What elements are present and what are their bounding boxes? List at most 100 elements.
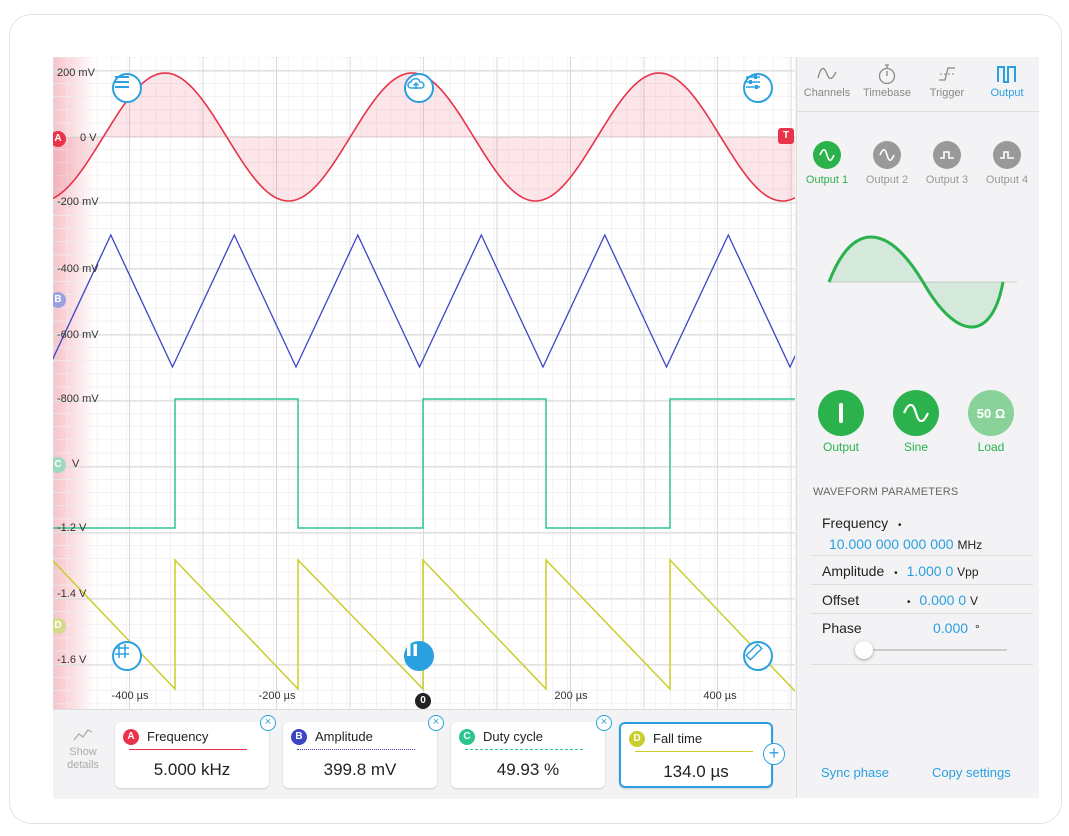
- trigger-edge-icon: [939, 67, 955, 81]
- close-icon[interactable]: ×: [596, 715, 612, 731]
- frequency-label: Frequency: [822, 515, 889, 531]
- y-label: -1.6 V: [57, 654, 87, 666]
- output-label: Output 4: [985, 174, 1029, 186]
- measurement-label: Amplitude: [315, 729, 373, 744]
- phase-param[interactable]: Phase 0.000 °: [811, 614, 1033, 665]
- pause-icon: [407, 644, 417, 656]
- output-2-selector[interactable]: Output 2: [857, 141, 917, 186]
- waveform-type-button[interactable]: Sine: [886, 390, 946, 454]
- panel-tabs: Channels Timebase Trigger Output: [797, 57, 1039, 112]
- output-1-selector[interactable]: Output 1: [797, 141, 857, 186]
- measurement-card-frequency[interactable]: A Frequency 5.000 kHz ×: [115, 715, 276, 788]
- measurement-bar: Show details A Frequency 5.000 kHz × B A…: [53, 709, 795, 799]
- offset-param[interactable]: Offset • 0.000 0 V: [811, 585, 1033, 614]
- output-3-selector[interactable]: Output 3: [917, 141, 977, 186]
- grid-icon: [115, 644, 129, 658]
- phase-unit: °: [974, 622, 980, 636]
- waveform-type-label: Sine: [903, 440, 929, 454]
- x-label: 200 µs: [554, 690, 588, 702]
- dot-indicator: •: [907, 597, 911, 608]
- tab-label: Channels: [803, 87, 851, 99]
- square-wave-icon: [997, 66, 1016, 83]
- measure-ruler-button[interactable]: [743, 641, 773, 671]
- output-label: Output 3: [925, 174, 969, 186]
- sine-icon: [819, 149, 835, 161]
- tab-output[interactable]: Output: [977, 61, 1037, 99]
- measurement-value: 399.8 mV: [323, 760, 397, 779]
- measurement-value: 5.000 kHz: [153, 760, 231, 779]
- menu-button[interactable]: [112, 73, 142, 103]
- tab-timebase[interactable]: Timebase: [857, 61, 917, 99]
- tab-label: Trigger: [929, 87, 965, 99]
- frequency-value[interactable]: 10.000 000 000 000: [829, 536, 954, 552]
- close-icon[interactable]: ×: [428, 715, 444, 731]
- channel-a-badge: A: [123, 729, 139, 745]
- offset-unit: V: [970, 594, 979, 608]
- cloud-upload-button[interactable]: [404, 73, 434, 103]
- load-label: Load: [977, 440, 1005, 454]
- trace-style-line: [297, 749, 415, 750]
- waveform-parameters-header: WAVEFORM PARAMETERS: [813, 486, 959, 498]
- cloud-upload-icon: [407, 77, 425, 89]
- phase-label: Phase: [822, 620, 862, 636]
- dot-indicator: •: [894, 568, 898, 579]
- trace-style-line: [635, 751, 753, 752]
- amplitude-param[interactable]: Amplitude • 1.000 0 Vpp: [811, 556, 1033, 585]
- y-label: 0 V: [80, 132, 97, 144]
- oscilloscope-plot[interactable]: 200 mV 0 V -200 mV -400 mV -600 mV -800 …: [53, 57, 795, 709]
- show-details-button[interactable]: Show details: [61, 726, 105, 772]
- power-icon: [839, 403, 843, 423]
- offset-label: Offset: [822, 592, 860, 608]
- amplitude-unit: Vpp: [957, 565, 979, 579]
- measurement-label: Duty cycle: [483, 729, 543, 744]
- y-label: -400 mV: [57, 263, 99, 275]
- channel-c-badge: C: [459, 729, 475, 745]
- add-measurement-button[interactable]: +: [763, 743, 785, 765]
- y-label: -1.2 V: [57, 522, 87, 534]
- measurement-label: Fall time: [653, 731, 703, 746]
- pulse-icon: [1000, 151, 1014, 159]
- phase-value[interactable]: 0.000: [933, 620, 968, 636]
- load-button[interactable]: 50 Ω Load: [961, 390, 1021, 454]
- copy-settings-link[interactable]: Copy settings: [932, 765, 1011, 780]
- channel-d-badge: D: [629, 731, 645, 747]
- measurement-value: 134.0 µs: [663, 762, 729, 781]
- trace-style-line: [465, 749, 583, 750]
- output-toggle-label: Output: [822, 440, 860, 454]
- y-label: V: [72, 458, 80, 470]
- sine-icon: [902, 404, 930, 422]
- measurement-value: 49.93 %: [496, 760, 560, 779]
- measurement-card-amplitude[interactable]: B Amplitude 399.8 mV ×: [283, 715, 444, 788]
- offset-value[interactable]: 0.000 0: [919, 592, 966, 608]
- scope-traces: [53, 57, 795, 709]
- trigger-marker[interactable]: T: [778, 128, 794, 144]
- output-label: Output 2: [865, 174, 909, 186]
- pause-button[interactable]: [404, 641, 434, 671]
- tab-channels[interactable]: Channels: [797, 61, 857, 99]
- square-wave-icon: [940, 151, 954, 159]
- frequency-unit: MHz: [957, 538, 983, 552]
- tab-label: Output: [990, 87, 1024, 99]
- measurement-card-duty-cycle[interactable]: C Duty cycle 49.93 % ×: [451, 715, 612, 788]
- tab-trigger[interactable]: Trigger: [917, 61, 977, 99]
- amplitude-value[interactable]: 1.000 0: [907, 563, 954, 579]
- channels-wave-icon: [817, 67, 837, 80]
- frequency-param[interactable]: Frequency • 10.000 000 000 000 MHz: [811, 509, 1033, 556]
- phase-slider-track[interactable]: [857, 649, 1007, 651]
- settings-sliders-button[interactable]: [743, 73, 773, 103]
- output-toggle-button[interactable]: Output: [811, 390, 871, 454]
- show-details-label: Show details: [67, 746, 99, 771]
- close-icon[interactable]: ×: [260, 715, 276, 731]
- measurement-card-fall-time[interactable]: D Fall time 134.0 µs: [619, 722, 773, 788]
- grid-button[interactable]: [112, 641, 142, 671]
- x-label: 400 µs: [703, 690, 737, 702]
- phase-slider-thumb[interactable]: [855, 641, 873, 659]
- output-4-selector[interactable]: Output 4: [977, 141, 1037, 186]
- time-zero-marker[interactable]: 0: [415, 693, 431, 709]
- ruler-icon: [745, 643, 763, 661]
- amplitude-label: Amplitude: [822, 563, 885, 579]
- output-label: Output 1: [805, 174, 849, 186]
- trace-style-line: [129, 749, 247, 750]
- y-label: -800 mV: [57, 393, 99, 405]
- sync-phase-link[interactable]: Sync phase: [821, 765, 889, 780]
